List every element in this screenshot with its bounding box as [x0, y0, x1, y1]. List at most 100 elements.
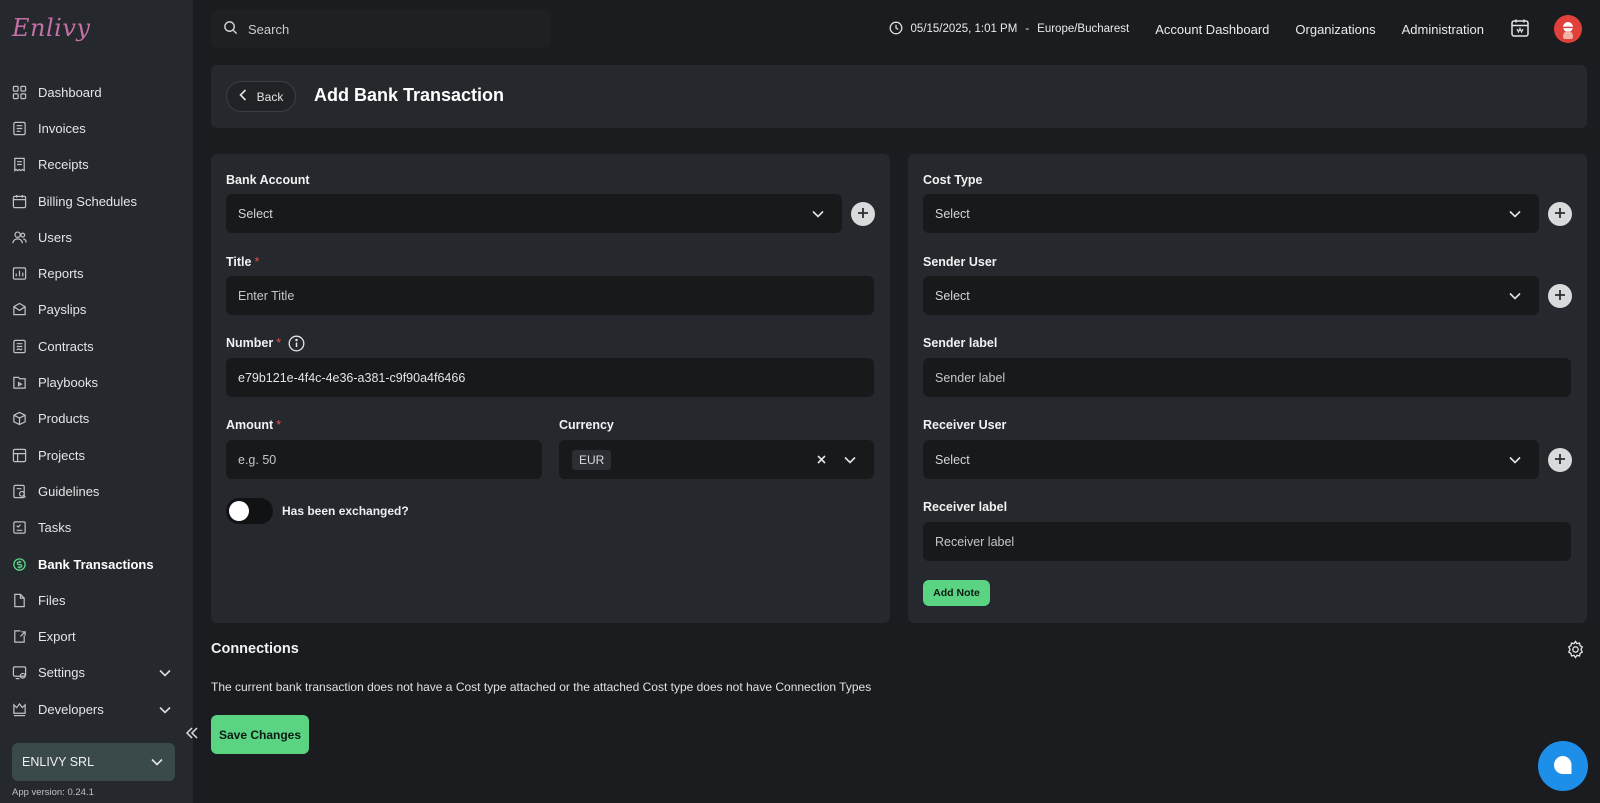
search-box[interactable] [211, 10, 551, 48]
invoice-icon [12, 121, 27, 136]
sidebar-item-settings[interactable]: Settings [0, 655, 193, 691]
sidebar-item-label: Payslips [38, 302, 87, 318]
sender-label-field[interactable] [923, 358, 1571, 397]
add-sender-user-button[interactable] [1548, 284, 1572, 308]
sender-label-input[interactable] [935, 370, 1571, 385]
sidebar-item-label: Dashboard [38, 84, 102, 100]
export-icon [12, 629, 27, 644]
sidebar-item-contracts[interactable]: Contracts [0, 328, 193, 364]
sidebar-item-invoices[interactable]: Invoices [0, 110, 193, 146]
chat-button[interactable] [1538, 741, 1588, 791]
page-header: Back Add Bank Transaction [211, 65, 1587, 128]
receiver-user-select[interactable]: Select [923, 440, 1539, 479]
sidebar-item-reports[interactable]: Reports [0, 255, 193, 291]
account-dashboard-link[interactable]: Account Dashboard [1155, 22, 1269, 37]
exchanged-label: Has been exchanged? [282, 504, 409, 518]
title-input[interactable] [238, 288, 874, 303]
payslip-icon [12, 302, 27, 317]
sender-user-label: Sender User [923, 255, 997, 269]
current-datetime: 05/15/2025, 1:01 PM [910, 23, 1018, 35]
topbar: 05/15/2025, 1:01 PM - Europe/Bucharest A… [193, 0, 1600, 58]
sidebar-item-label: Users [38, 229, 72, 245]
sidebar-item-label: Export [38, 629, 76, 645]
sidebar-item-label: Products [38, 411, 90, 427]
datetime-separator: - [1025, 23, 1030, 35]
plus-icon [857, 207, 869, 222]
bank-account-select[interactable]: Select [226, 194, 842, 233]
page-title: Add Bank Transaction [314, 85, 505, 105]
transaction-form-left: Bank Account Select Title* Number* Amoun… [211, 154, 890, 623]
chevron-down-icon [151, 755, 163, 769]
sidebar-item-label: Developers [38, 701, 104, 717]
project-icon [12, 448, 27, 463]
dashboard-icon [12, 85, 27, 100]
required-mark: * [254, 255, 260, 269]
avatar[interactable] [1554, 15, 1582, 43]
search-input[interactable] [248, 21, 528, 37]
administration-link[interactable]: Administration [1402, 22, 1484, 37]
sender-user-select[interactable]: Select [923, 276, 1539, 315]
receiver-label-field[interactable] [923, 522, 1571, 561]
receiver-label-input[interactable] [935, 534, 1571, 549]
sidebar-item-label: Tasks [38, 520, 72, 536]
sidebar-item-playbooks[interactable]: Playbooks [0, 364, 193, 400]
users-icon [12, 230, 27, 245]
reports-icon [12, 266, 27, 281]
sidebar-item-export[interactable]: Export [0, 618, 193, 654]
add-cost-type-button[interactable] [1548, 202, 1572, 226]
number-field[interactable] [226, 358, 874, 397]
receiver-label-label: Receiver label [923, 500, 1008, 514]
sidebar-item-dashboard[interactable]: Dashboard [0, 74, 193, 110]
add-receiver-user-button[interactable] [1548, 448, 1572, 472]
exchanged-toggle[interactable] [226, 498, 273, 524]
sidebar-item-label: Receipts [38, 157, 89, 173]
chevron-down-icon [812, 207, 824, 221]
organizations-link[interactable]: Organizations [1295, 22, 1375, 37]
calendar-icon[interactable] [1510, 18, 1530, 41]
amount-field[interactable] [226, 440, 542, 479]
organization-select[interactable]: ENLIVY SRL [12, 743, 175, 781]
app-logo[interactable]: Enlivy [12, 14, 90, 42]
sidebar-item-bank-transactions[interactable]: Bank Transactions [0, 546, 193, 582]
sidebar-item-billing-schedules[interactable]: Billing Schedules [0, 183, 193, 219]
title-field[interactable] [226, 276, 874, 315]
sidebar-item-projects[interactable]: Projects [0, 437, 193, 473]
sidebar-item-payslips[interactable]: Payslips [0, 292, 193, 328]
chevron-down-icon [159, 702, 171, 717]
amount-input[interactable] [238, 452, 542, 467]
title-label-text: Title [226, 255, 252, 269]
currency-select[interactable]: EUR [559, 440, 874, 479]
sidebar-item-users[interactable]: Users [0, 219, 193, 255]
plus-icon [1554, 453, 1566, 468]
collapse-sidebar-icon[interactable] [185, 726, 199, 743]
add-note-button[interactable]: Add Note [923, 580, 990, 606]
sidebar-item-receipts[interactable]: Receipts [0, 147, 193, 183]
sidebar-item-files[interactable]: Files [0, 582, 193, 618]
cost-type-select[interactable]: Select [923, 194, 1539, 233]
plus-icon [1554, 207, 1566, 222]
save-changes-button[interactable]: Save Changes [211, 715, 309, 754]
gear-icon[interactable] [1566, 640, 1585, 662]
tasks-icon [12, 520, 27, 535]
amount-label-text: Amount [226, 418, 274, 432]
sidebar-item-developers[interactable]: Developers [0, 691, 193, 727]
organization-name: ENLIVY SRL [22, 755, 95, 769]
sidebar-item-guidelines[interactable]: Guidelines [0, 473, 193, 509]
sidebar-item-products[interactable]: Products [0, 401, 193, 437]
number-input[interactable] [238, 370, 874, 385]
app-version: App version: 0.24.1 [12, 787, 94, 798]
billing-schedule-icon [12, 194, 27, 209]
connections-title: Connections [211, 641, 299, 657]
sidebar-item-label: Reports [38, 266, 84, 282]
developers-icon [12, 702, 27, 717]
sidebar-item-label: Settings [38, 665, 85, 681]
playbook-icon [12, 375, 27, 390]
sidebar-item-label: Guidelines [38, 483, 100, 499]
clear-icon[interactable] [817, 453, 826, 467]
info-icon[interactable] [288, 335, 305, 355]
chevron-down-icon [1509, 207, 1521, 221]
back-button[interactable]: Back [226, 81, 296, 112]
add-bank-account-button[interactable] [851, 202, 875, 226]
sidebar-item-tasks[interactable]: Tasks [0, 510, 193, 546]
cost-type-label: Cost Type [923, 173, 983, 187]
